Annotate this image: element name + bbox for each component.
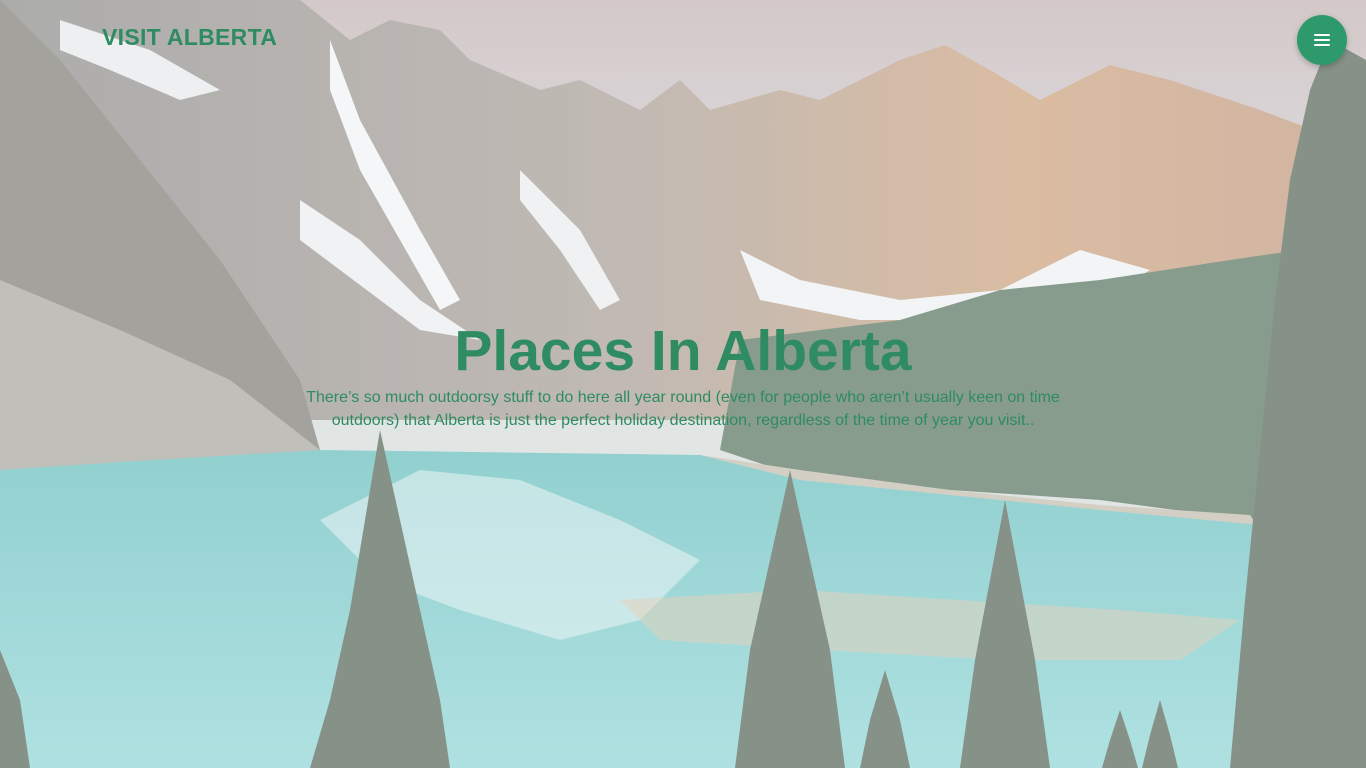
hero-description: There’s so much outdoorsy stuff to do he… (306, 389, 1060, 429)
site-logo-link[interactable]: VISIT ALBERTA (102, 24, 277, 51)
hero-section (0, 0, 1366, 768)
page-title: Places In Alberta (454, 319, 912, 383)
menu-button[interactable] (1297, 15, 1347, 65)
hero-overlay (0, 0, 1366, 768)
hamburger-menu-icon (1314, 34, 1330, 46)
